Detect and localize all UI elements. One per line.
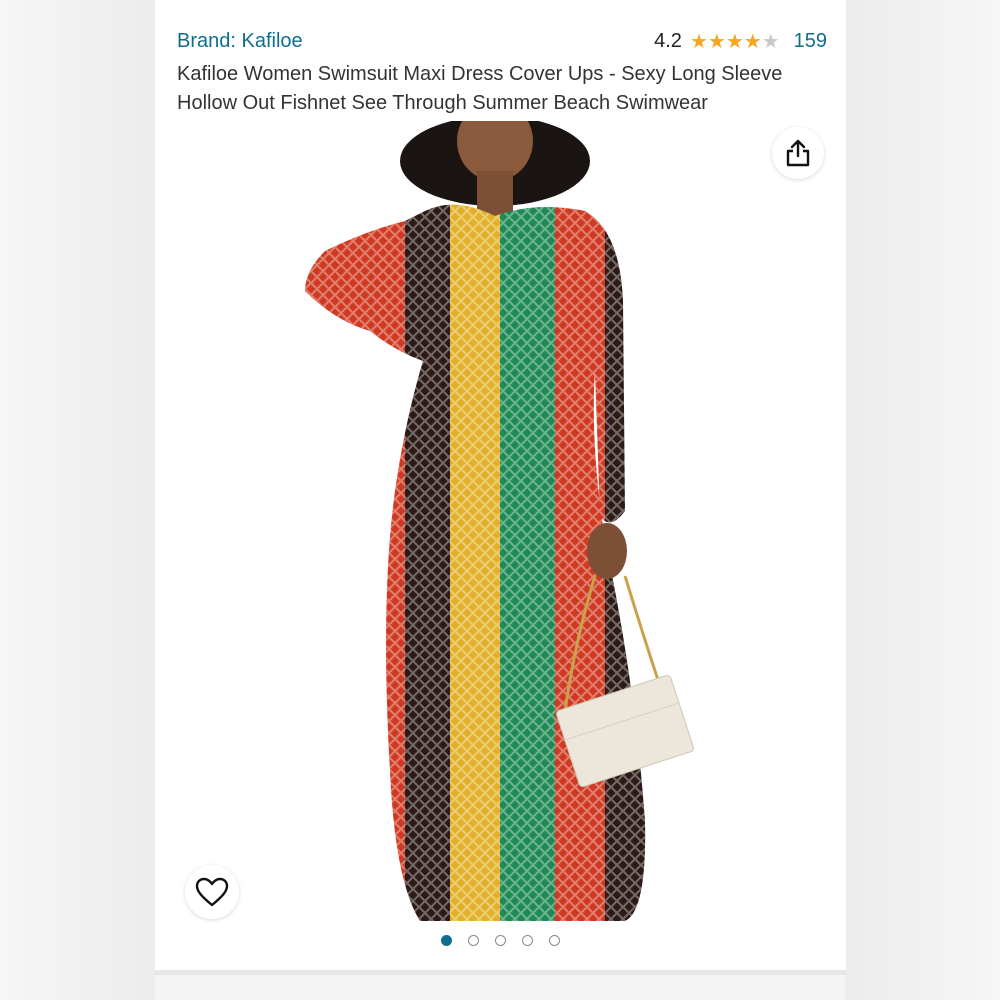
star-icon: ★ — [689, 30, 708, 53]
star-partial-icon: ★ — [761, 30, 780, 53]
heart-icon — [195, 877, 229, 907]
star-icon: ★ — [707, 30, 726, 53]
brand-link[interactable]: Brand: Kafiloe — [177, 30, 303, 53]
star-icon: ★ — [725, 30, 744, 53]
pager-dot-active[interactable] — [441, 935, 452, 946]
product-image[interactable] — [155, 121, 846, 925]
product-title: Kafiloe Women Swimsuit Maxi Dress Cover … — [177, 63, 783, 114]
background-left — [0, 0, 155, 1000]
star-rating: ★ ★ ★ ★ ★ — [690, 32, 780, 52]
share-button[interactable] — [772, 127, 824, 179]
pager-dot[interactable] — [522, 935, 533, 946]
rating-count-link[interactable]: 159 — [794, 30, 827, 53]
background-right — [845, 0, 1000, 1000]
star-icon: ★ — [743, 30, 762, 53]
rating-summary[interactable]: 4.2 ★ ★ ★ ★ ★ 159 — [654, 30, 827, 53]
product-card: Brand: Kafiloe 4.2 ★ ★ ★ ★ ★ 159 Kafiloe… — [155, 0, 846, 975]
neck — [477, 171, 513, 216]
bottom-divider — [155, 970, 846, 975]
hand — [587, 523, 627, 579]
pager-dot[interactable] — [495, 935, 506, 946]
pager-dot[interactable] — [468, 935, 479, 946]
product-photo — [305, 121, 694, 922]
rating-value: 4.2 — [654, 30, 682, 52]
pager-dot[interactable] — [549, 935, 560, 946]
favorite-button[interactable] — [185, 865, 239, 919]
share-icon — [786, 139, 810, 167]
image-pager — [155, 935, 846, 946]
